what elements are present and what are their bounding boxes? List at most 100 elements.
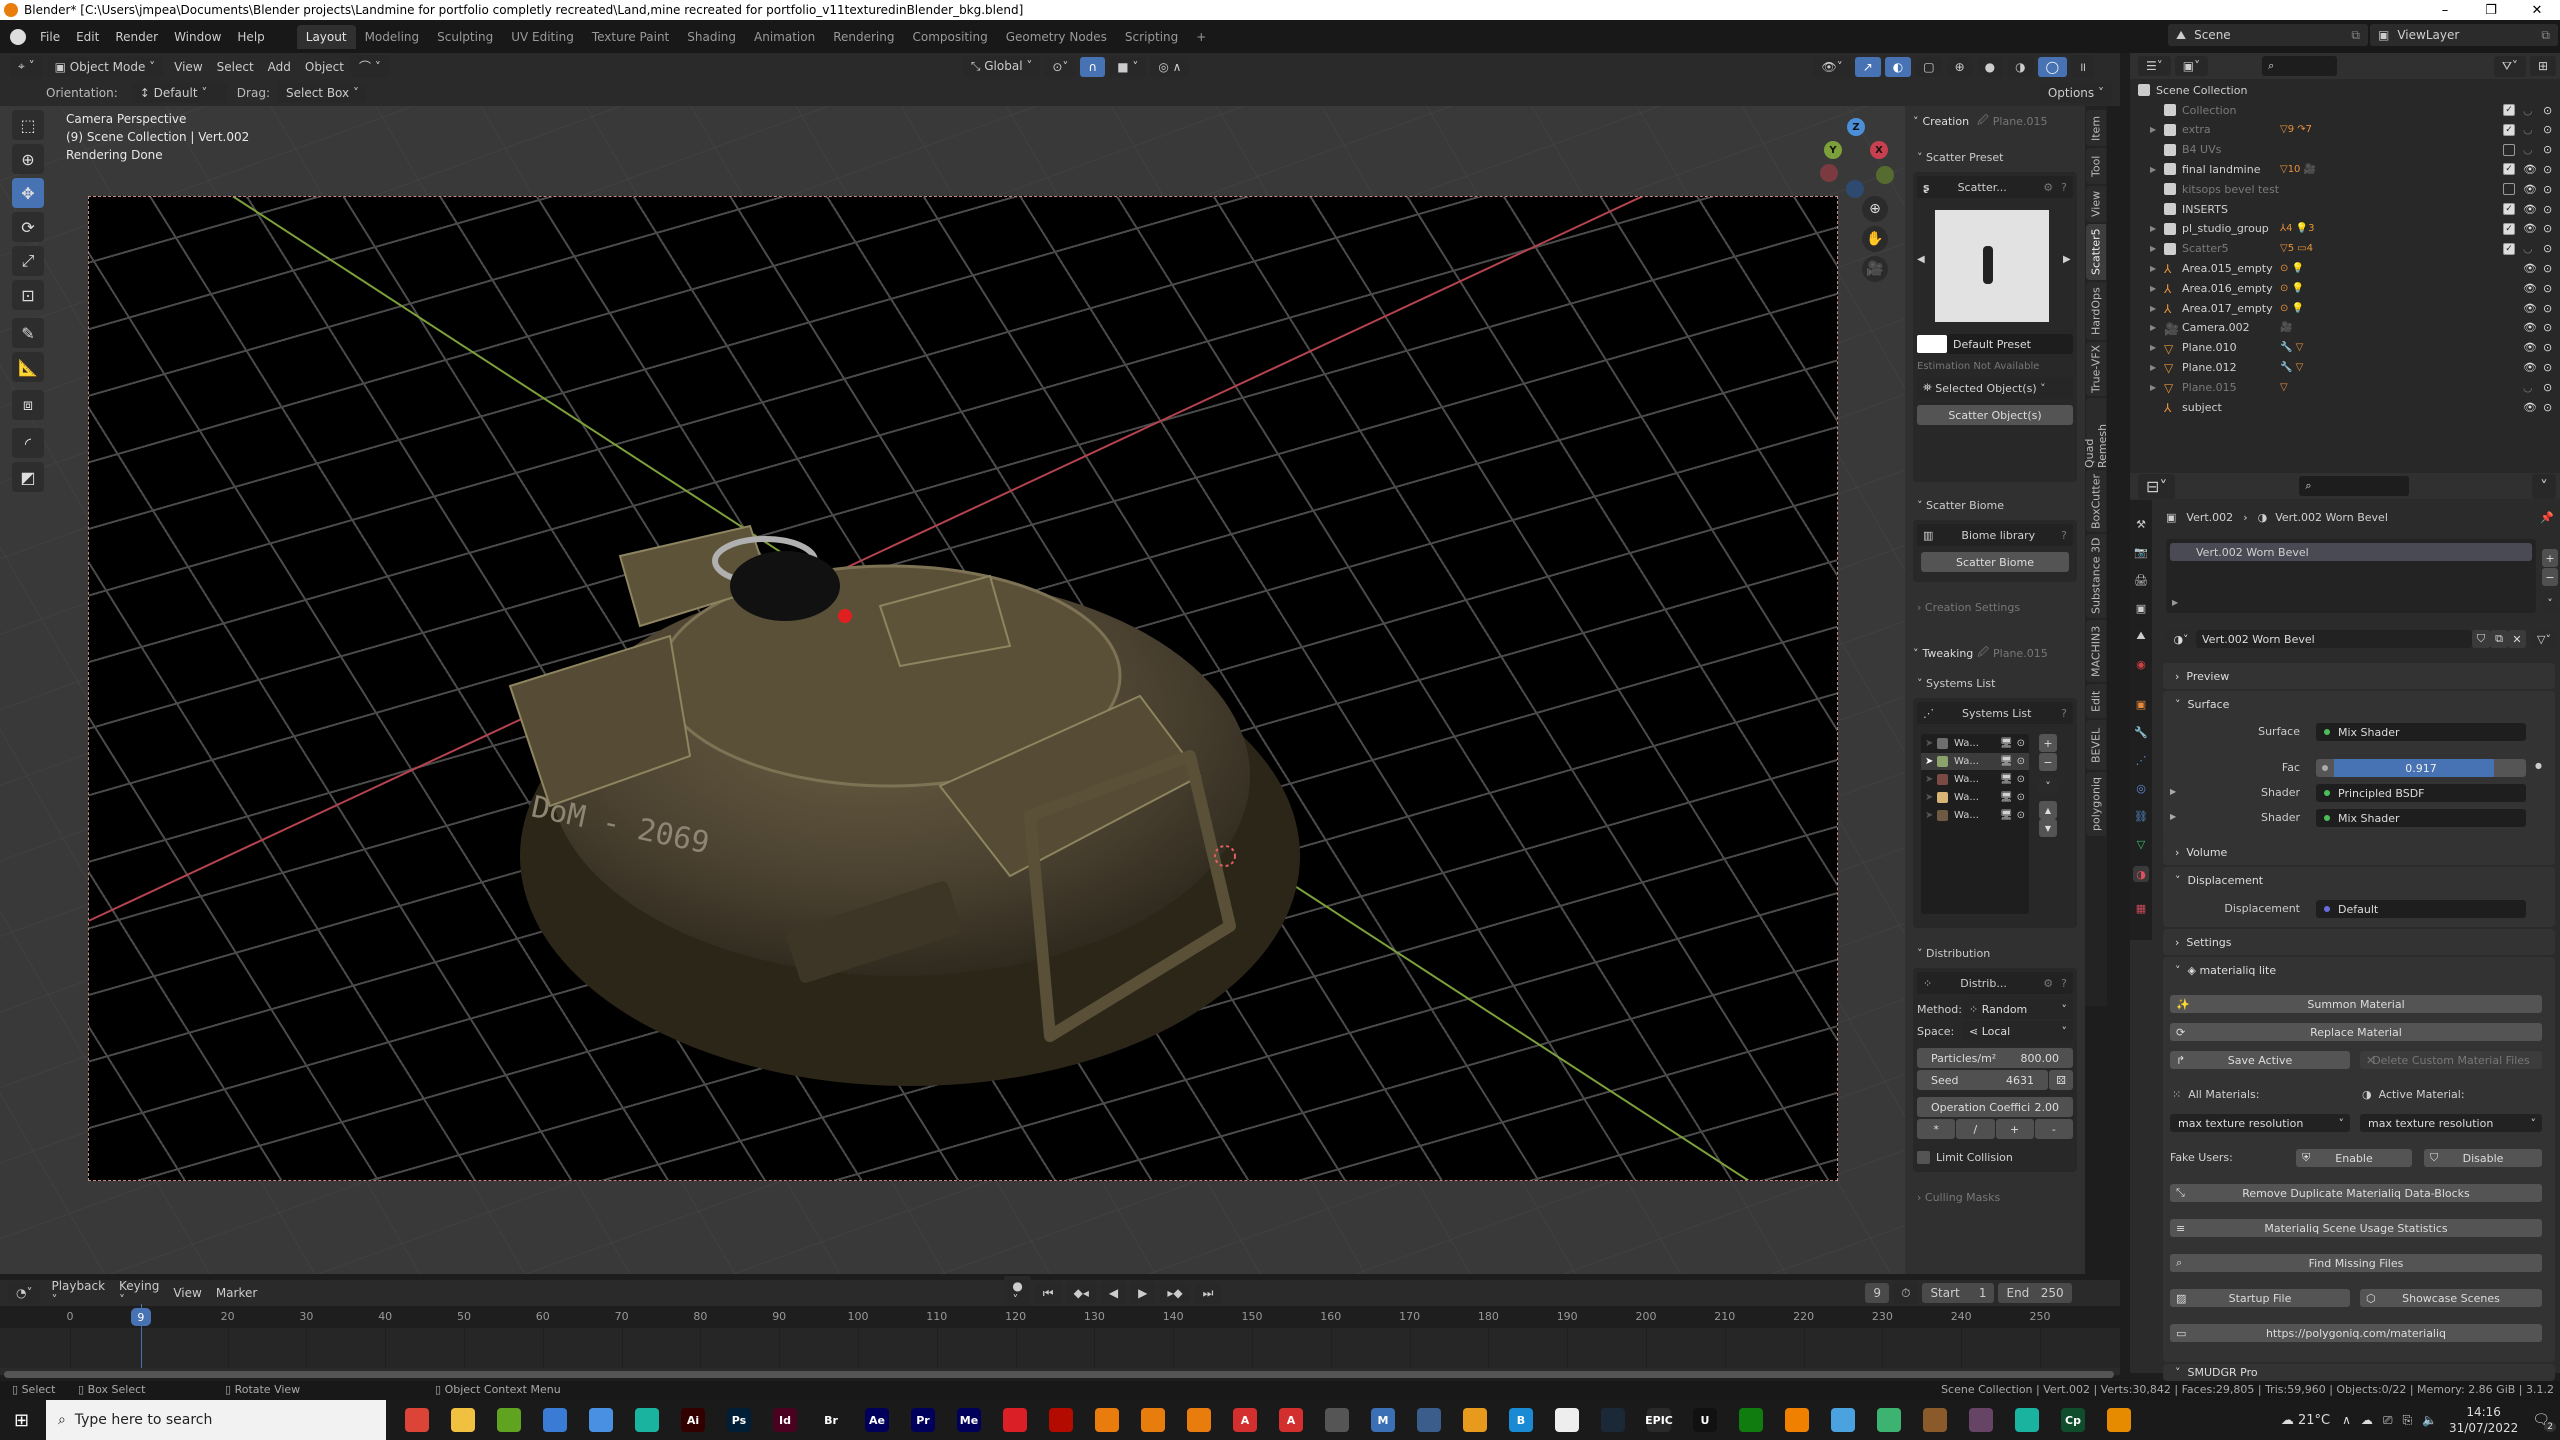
eye-icon[interactable]: 👁: [2523, 183, 2537, 196]
tab-layout[interactable]: Layout: [296, 24, 356, 49]
output-tab-icon[interactable]: 🖨: [2133, 572, 2149, 588]
move-tool[interactable]: ✥: [12, 178, 44, 208]
render-camera-icon[interactable]: ⊙: [2543, 143, 2552, 156]
camera-view-icon[interactable]: 🎥: [1862, 256, 1888, 282]
taskbar-search-input[interactable]: ⌕ Type here to search: [46, 1400, 386, 1440]
help-icon[interactable]: ?: [2061, 707, 2067, 720]
child-badges[interactable]: ▽10 🎥: [2280, 164, 2316, 175]
system-color-swatch[interactable]: [1937, 774, 1948, 785]
child-badges[interactable]: ⅄4 💡3: [2280, 223, 2314, 234]
systems-list[interactable]: ➤ Wa... 🖥 ⊙ ➤ Wa... 🖥 ⊙ ➤ Wa... 🖥 ⊙ ➤ Wa... 🖥 ⊙ ➤ Wa... 🖥 ⊙: [1921, 734, 2029, 914]
creative-cloud-icon[interactable]: [1003, 1408, 1027, 1432]
cursor-tool[interactable]: ⊕: [12, 144, 44, 174]
render-camera-icon[interactable]: ⊙: [2543, 104, 2552, 117]
menu-keying[interactable]: Keying ˅: [112, 1279, 166, 1307]
scatter-biome-header[interactable]: ˅ Scatter Biome: [1905, 494, 2085, 516]
add-slot-button[interactable]: +: [2542, 549, 2558, 567]
link-mode-button[interactable]: ▽˅: [2530, 630, 2558, 648]
proportional-edit-button[interactable]: ◎ ∧: [1150, 56, 1190, 77]
object-tab-icon[interactable]: ▣: [2133, 696, 2149, 712]
chrome-icon[interactable]: [405, 1408, 429, 1432]
app-b-icon[interactable]: B: [1509, 1408, 1533, 1432]
system-color-swatch[interactable]: [1937, 756, 1948, 767]
exclude-checkbox[interactable]: ✓: [2503, 203, 2515, 215]
physics-tab-icon[interactable]: ◎: [2133, 780, 2149, 796]
captivate-icon[interactable]: Cp: [2061, 1408, 2085, 1432]
tab-shading[interactable]: Shading: [678, 25, 745, 49]
add-cube-tool[interactable]: ⧈: [12, 390, 44, 420]
eye-icon[interactable]: 👁: [2523, 163, 2537, 176]
find-missing-files-button[interactable]: ⌕ Find Missing Files: [2170, 1254, 2542, 1272]
tab-modeling[interactable]: Modeling: [356, 25, 429, 49]
save-active-button[interactable]: ↱ Save Active: [2170, 1051, 2350, 1069]
landmine-render[interactable]: DoM - 2069: [490, 476, 1370, 1096]
render-camera-icon[interactable]: ⊙: [2543, 302, 2552, 315]
system-list-item[interactable]: ➤ Wa... 🖥 ⊙: [1921, 753, 2029, 770]
preset-color-swatch[interactable]: [1917, 335, 1947, 353]
play-button[interactable]: ▶: [1130, 1283, 1156, 1303]
calculator-icon[interactable]: [1417, 1408, 1441, 1432]
scene-selector[interactable]: ⛰ Scene ⧉: [2168, 24, 2368, 46]
add-system-button[interactable]: +: [2039, 734, 2057, 752]
editor-type-button[interactable]: ◔˅: [8, 1283, 41, 1303]
gizmo-neg-y[interactable]: [1876, 166, 1894, 184]
properties-search-input[interactable]: ⌕: [2299, 476, 2410, 496]
overlay-toggle[interactable]: ◐: [1884, 56, 1912, 77]
app-brain-icon[interactable]: [2015, 1408, 2039, 1432]
preview-section[interactable]: › Preview: [2163, 663, 2555, 689]
app-scanner-icon[interactable]: [1325, 1408, 1349, 1432]
view-layer-tab-icon[interactable]: ▣: [2133, 600, 2149, 616]
tweaking-panel-header[interactable]: ˅ Tweaking 🖉 Plane.015: [1905, 642, 2085, 664]
exclude-checkbox[interactable]: ✓: [2503, 104, 2515, 116]
eyedropper-icon[interactable]: 🖉: [1977, 644, 1989, 663]
app-m-icon[interactable]: M: [1371, 1408, 1395, 1432]
system-color-swatch[interactable]: [1937, 810, 1948, 821]
child-badges[interactable]: ▽9 ↷7: [2280, 124, 2312, 135]
volume-icon[interactable]: 🔈: [2422, 1413, 2437, 1427]
app-teal-icon[interactable]: [635, 1408, 659, 1432]
select-box-tool[interactable]: ⬚: [12, 110, 44, 140]
app-red-a2-icon[interactable]: A: [1279, 1408, 1303, 1432]
close-button[interactable]: ✕: [2514, 0, 2560, 20]
expand-arrow-icon[interactable]: ▶: [2150, 343, 2156, 352]
frame-end-field[interactable]: End 250: [1998, 1283, 2072, 1303]
bevel-tool[interactable]: ◜: [12, 428, 44, 458]
shader2-field[interactable]: Mix Shader: [2316, 809, 2526, 827]
drag-selector[interactable]: Select Box ˅: [277, 83, 367, 103]
eye-closed-icon[interactable]: ◡: [2523, 381, 2533, 394]
options-button[interactable]: Options ˅: [2039, 83, 2112, 103]
eye-closed-icon[interactable]: ◡: [2523, 143, 2533, 156]
blender-1-icon[interactable]: [1095, 1408, 1119, 1432]
editor-type-button[interactable]: ⊟˅: [2138, 473, 2176, 499]
expand-arrow-icon[interactable]: ▶: [2150, 244, 2156, 253]
menu-render[interactable]: Render: [107, 30, 166, 44]
weather-widget[interactable]: ☁ 21°C: [2281, 1413, 2330, 1428]
playhead-frame-indicator[interactable]: 9: [130, 1308, 151, 1326]
settings-gear-icon[interactable]: ⚙: [2043, 181, 2053, 194]
remove-slot-button[interactable]: −: [2542, 568, 2558, 586]
frame-start-field[interactable]: Start 1: [1922, 1283, 1995, 1303]
rotate-tool[interactable]: ⟳: [12, 212, 44, 242]
render-camera-icon[interactable]: ⊙: [2017, 756, 2025, 767]
sidebar-tab[interactable]: Quad Remesh: [2083, 398, 2109, 468]
expand-arrow-icon[interactable]: ▶: [2150, 284, 2156, 293]
render-camera-icon[interactable]: ⊙: [2543, 183, 2552, 196]
slot-menu-button[interactable]: ˅: [2542, 594, 2558, 612]
zoom-view-icon[interactable]: ⊕: [1862, 196, 1888, 222]
oculus-icon[interactable]: [1555, 1408, 1579, 1432]
illustrator-icon[interactable]: Ai: [681, 1408, 705, 1432]
pan-view-icon[interactable]: ✋: [1862, 226, 1888, 252]
eye-icon[interactable]: 👁: [2523, 361, 2537, 374]
app-diamond-icon[interactable]: [1831, 1408, 1855, 1432]
render-camera-icon[interactable]: ⊙: [2017, 774, 2025, 785]
render-camera-icon[interactable]: ⊙: [2543, 321, 2552, 334]
eye-closed-icon[interactable]: ◡: [2523, 242, 2533, 255]
system-list-item[interactable]: ➤ Wa... 🖥 ⊙: [1921, 771, 2029, 788]
randomize-seed-icon[interactable]: ⚄: [2049, 1070, 2073, 1090]
indesign-icon[interactable]: Id: [773, 1408, 797, 1432]
measure-tool[interactable]: 📐: [12, 352, 44, 382]
tray-overflow-icon[interactable]: ∧: [2342, 1413, 2351, 1427]
steam-icon[interactable]: [1601, 1408, 1625, 1432]
move-down-button[interactable]: ▼: [2039, 819, 2057, 837]
shading-wireframe[interactable]: ⊕: [1946, 56, 1973, 77]
